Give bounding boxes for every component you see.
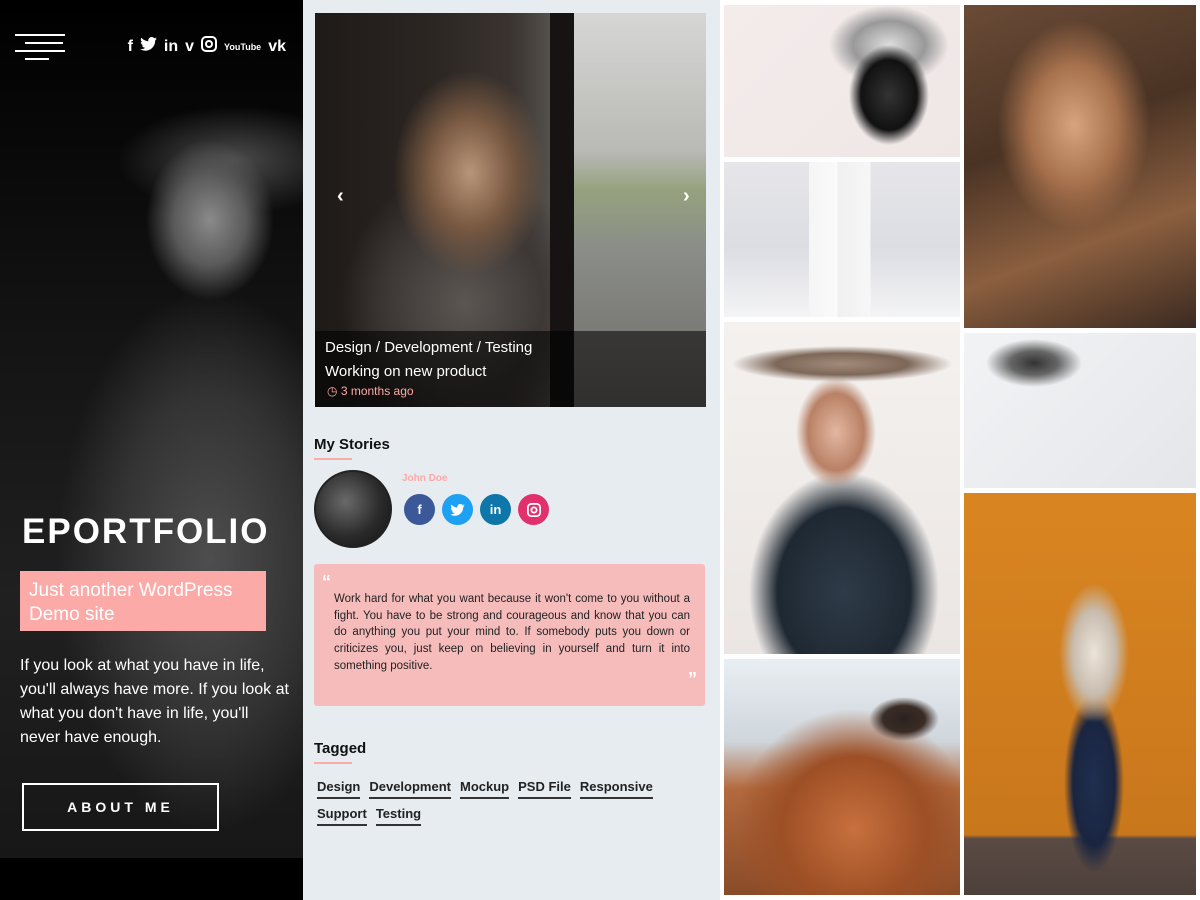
tag-support[interactable]: Support xyxy=(317,805,367,826)
clock-icon: ◷ xyxy=(327,384,338,398)
my-stories-heading: My Stories xyxy=(314,436,390,453)
post-date-text: 3 months ago xyxy=(340,384,414,398)
vk-icon[interactable]: vk xyxy=(268,37,286,57)
post-categories: Design / Development / Testing xyxy=(325,339,532,356)
tag-psd-file[interactable]: PSD File xyxy=(518,778,571,799)
instagram-icon[interactable] xyxy=(201,36,218,58)
tagged-heading: Tagged xyxy=(314,740,367,757)
gallery-image-dog[interactable] xyxy=(724,659,960,895)
post-title-link[interactable]: Working on new product xyxy=(325,363,486,380)
gallery-image-earphones-book[interactable] xyxy=(964,333,1196,488)
gallery-image-woman-hair-closeup[interactable] xyxy=(964,5,1196,328)
author-facebook-icon[interactable]: f xyxy=(404,494,435,525)
gallery-image-woman-fedora[interactable] xyxy=(724,322,960,654)
gallery-image-woman-orange-wall[interactable] xyxy=(964,493,1196,895)
twitter-icon[interactable] xyxy=(140,37,157,57)
post-date: ◷ 3 months ago xyxy=(327,384,414,398)
category-link-development[interactable]: / Development xyxy=(376,339,473,356)
tag-responsive[interactable]: Responsive xyxy=(579,778,653,799)
left-sidebar: f in v YouTube vk EPORTFOLIO Just anothe… xyxy=(0,0,303,900)
heading-underline xyxy=(314,458,352,460)
author-twitter-icon[interactable] xyxy=(442,494,473,525)
author-linkedin-icon[interactable]: in xyxy=(480,494,511,525)
tag-cloud: Design Development Mockup PSD File Respo… xyxy=(317,778,677,826)
category-link-design[interactable]: Design xyxy=(325,339,372,356)
slider-next-arrow-icon[interactable]: › xyxy=(683,185,690,208)
photo-gallery xyxy=(720,0,1200,900)
tag-design[interactable]: Design xyxy=(317,778,361,799)
tag-development[interactable]: Development xyxy=(369,778,451,799)
vimeo-icon[interactable]: v xyxy=(185,37,194,57)
author-avatar[interactable] xyxy=(314,470,392,548)
quote-close-icon: ” xyxy=(688,669,697,689)
featured-post-slider[interactable]: ‹ › Design / Development / Testing Worki… xyxy=(315,13,706,407)
main-content: ‹ › Design / Development / Testing Worki… xyxy=(303,0,720,900)
site-title[interactable]: EPORTFOLIO xyxy=(22,512,270,552)
about-me-button[interactable]: ABOUT ME xyxy=(22,783,219,831)
quote-text: Work hard for what you want because it w… xyxy=(334,593,690,672)
youtube-icon[interactable]: YouTube xyxy=(224,42,261,52)
tag-mockup[interactable]: Mockup xyxy=(459,778,510,799)
quote-open-icon: “ xyxy=(322,572,331,592)
intro-text: If you look at what you have in life, yo… xyxy=(20,657,289,746)
author-instagram-icon[interactable] xyxy=(518,494,549,525)
tag-testing[interactable]: Testing xyxy=(375,805,422,826)
linkedin-icon[interactable]: in xyxy=(164,37,178,57)
facebook-icon[interactable]: f xyxy=(128,37,133,57)
heading-underline xyxy=(314,762,352,764)
header-social-icons: f in v YouTube vk xyxy=(128,36,286,58)
gallery-image-woman-hat-bw[interactable] xyxy=(724,5,960,157)
hamburger-menu-icon[interactable] xyxy=(15,34,67,60)
site-tagline: Just another WordPress Demo site xyxy=(20,571,266,631)
quote-box: “ Work hard for what you want because it… xyxy=(314,564,705,706)
author-name[interactable]: John Doe xyxy=(402,473,448,484)
category-link-testing[interactable]: / Testing xyxy=(477,339,533,356)
gallery-image-books-marble[interactable] xyxy=(724,162,960,317)
author-social-icons: f in xyxy=(404,494,549,525)
sidebar-footer-bar xyxy=(0,858,303,900)
slider-prev-arrow-icon[interactable]: ‹ xyxy=(337,185,344,208)
